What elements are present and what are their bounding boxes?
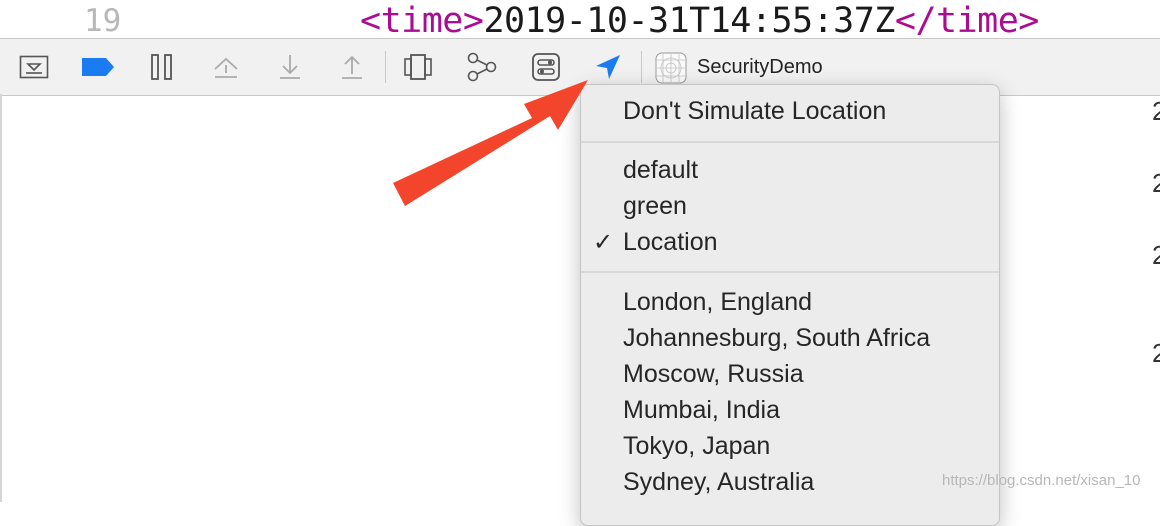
memory-graph-icon[interactable] (462, 39, 502, 95)
line-number: 19 (84, 3, 122, 38)
code-text: <time>2019-10-31T14:55:37Z</time> (360, 1, 1039, 38)
menu-item-tokyo[interactable]: Tokyo, Japan (623, 432, 770, 461)
step-into-icon[interactable] (270, 39, 310, 95)
toolbar-divider (641, 51, 642, 83)
scheme-target-name[interactable]: SecurityDemo (697, 56, 823, 79)
menu-item-default[interactable]: default (623, 156, 698, 185)
close-tag: </time> (894, 1, 1040, 38)
right-line-digit: 2 (1152, 168, 1160, 198)
time-value: 2019-10-31T14:55:37Z (483, 1, 895, 38)
environment-overrides-icon[interactable] (526, 39, 566, 95)
watermark: https://blog.csdn.net/xisan_10 (942, 472, 1141, 489)
right-line-digit: 2 (1152, 338, 1160, 368)
app-icon (655, 52, 687, 84)
toolbar-divider (385, 51, 386, 83)
step-over-icon[interactable] (206, 39, 246, 95)
annotation-arrow-shape (393, 80, 588, 206)
open-tag: <time> (360, 1, 484, 38)
menu-separator (581, 271, 999, 273)
menu-separator (581, 141, 999, 143)
checkmark-icon: ✓ (593, 229, 614, 256)
menu-item-green[interactable]: green (623, 192, 687, 221)
simulate-location-menu: Don't Simulate Location default green ✓ … (580, 84, 1000, 526)
panel-border (0, 94, 2, 502)
menu-item-mumbai[interactable]: Mumbai, India (623, 396, 780, 425)
menu-item-london[interactable]: London, England (623, 288, 812, 317)
menu-item-sydney[interactable]: Sydney, Australia (623, 468, 814, 497)
pause-icon[interactable] (142, 39, 182, 95)
code-editor-line: 19 <time>2019-10-31T14:55:37Z</time> (0, 0, 1160, 38)
view-hierarchy-icon[interactable] (398, 39, 438, 95)
breakpoints-icon[interactable] (78, 39, 118, 95)
menu-item-johannesburg[interactable]: Johannesburg, South Africa (623, 324, 930, 353)
menu-item-moscow[interactable]: Moscow, Russia (623, 360, 804, 389)
menu-item-dont-simulate[interactable]: Don't Simulate Location (623, 97, 886, 126)
menu-item-location[interactable]: Location (623, 228, 718, 257)
step-out-icon[interactable] (332, 39, 372, 95)
hide-debug-area-icon[interactable] (14, 39, 54, 95)
right-line-digit: 2 (1152, 240, 1160, 270)
right-line-digit: 2 (1152, 96, 1160, 126)
